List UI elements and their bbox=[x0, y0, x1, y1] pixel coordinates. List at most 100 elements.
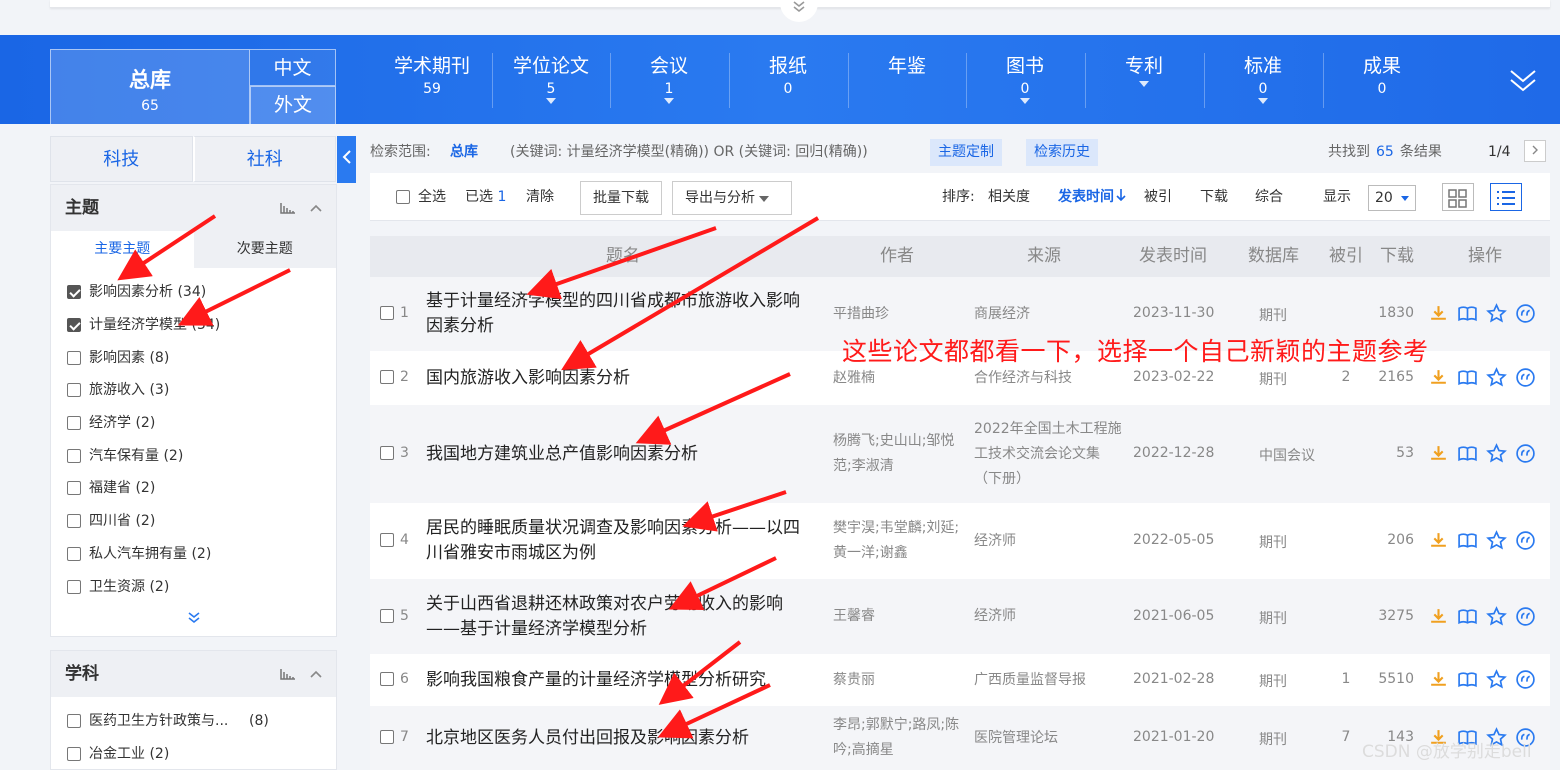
nav-item[interactable]: 会议 1 bbox=[610, 53, 728, 113]
nav-item[interactable]: 成果 0 bbox=[1323, 53, 1441, 113]
read-online-icon[interactable] bbox=[1457, 669, 1478, 690]
read-online-icon[interactable] bbox=[1457, 443, 1478, 464]
favorite-star-icon[interactable] bbox=[1486, 530, 1507, 551]
theme-facet-item[interactable]: 影响因素分析 (34) bbox=[51, 276, 336, 309]
paper-author[interactable]: 平措曲珍 bbox=[833, 302, 965, 327]
col-download[interactable]: 下载 bbox=[1380, 236, 1414, 277]
paper-source[interactable]: 医院管理论坛 bbox=[974, 726, 1124, 751]
paper-title-link[interactable]: 我国地方建筑业总产值影响因素分析 bbox=[426, 442, 816, 467]
favorite-star-icon[interactable] bbox=[1486, 443, 1507, 464]
theme-facet-item[interactable]: 旅游收入 (3) bbox=[51, 374, 336, 407]
scope-library[interactable]: 总库 bbox=[450, 136, 478, 168]
row-select[interactable]: 6 bbox=[380, 671, 409, 687]
expand-search-button[interactable] bbox=[780, 0, 818, 22]
select-all-checkbox[interactable]: 全选 bbox=[396, 173, 446, 221]
quote-icon[interactable] bbox=[1515, 669, 1536, 690]
col-date[interactable]: 发表时间 bbox=[1139, 236, 1207, 277]
chevron-up-icon[interactable] bbox=[310, 204, 322, 212]
col-citation[interactable]: 被引 bbox=[1329, 236, 1363, 277]
paper-source[interactable]: 合作经济与科技 bbox=[974, 366, 1124, 391]
theme-facet-item[interactable]: 计量经济学模型 (34) bbox=[51, 309, 336, 342]
theme-facet-item[interactable]: 私人汽车拥有量 (2) bbox=[51, 538, 336, 571]
read-online-icon[interactable] bbox=[1457, 606, 1478, 627]
batch-download-button[interactable]: 批量下载 bbox=[580, 181, 662, 215]
row-select[interactable]: 5 bbox=[380, 608, 409, 624]
facet-checkbox[interactable] bbox=[67, 514, 81, 529]
paper-source[interactable]: 2022年全国土木工程施工技术交流会论文集（下册） bbox=[974, 417, 1124, 492]
read-online-icon[interactable] bbox=[1457, 303, 1478, 324]
sort-download[interactable]: 下载 bbox=[1200, 173, 1228, 221]
collapse-sidebar-button[interactable] bbox=[337, 136, 356, 183]
quote-icon[interactable] bbox=[1515, 303, 1536, 324]
nav-zongku[interactable]: 总库 65 bbox=[50, 49, 250, 124]
nav-item[interactable]: 年鉴 bbox=[848, 53, 966, 113]
grid-view-button[interactable] bbox=[1442, 183, 1474, 211]
paper-source[interactable]: 经济师 bbox=[974, 529, 1124, 554]
favorite-star-icon[interactable] bbox=[1486, 303, 1507, 324]
paper-source[interactable]: 商展经济 bbox=[974, 302, 1124, 327]
read-online-icon[interactable] bbox=[1457, 530, 1478, 551]
row-select[interactable]: 1 bbox=[380, 305, 409, 321]
paper-author[interactable]: 蔡贵丽 bbox=[833, 668, 965, 693]
download-icon[interactable] bbox=[1428, 367, 1449, 388]
custom-theme-button[interactable]: 主题定制 bbox=[930, 139, 1002, 166]
tab-social-science[interactable]: 社科 bbox=[192, 136, 336, 182]
facet-checkbox[interactable] bbox=[67, 416, 81, 431]
sort-citation[interactable]: 被引 bbox=[1144, 173, 1172, 221]
theme-facet-item[interactable]: 卫生资源 (2) bbox=[51, 570, 336, 603]
nav-item[interactable]: 报纸 0 bbox=[729, 53, 847, 113]
subject-facet-item[interactable]: 冶金工业 (2) bbox=[51, 738, 336, 770]
sort-date[interactable]: 发表时间 bbox=[1058, 173, 1126, 221]
chevron-up-icon[interactable] bbox=[310, 670, 322, 678]
paper-author[interactable]: 杨腾飞;史山山;邹悦范;李淑清 bbox=[833, 429, 965, 479]
paper-author[interactable]: 樊宇淏;韦堂麟;刘延;黄一洋;谢鑫 bbox=[833, 516, 965, 566]
paper-source[interactable]: 经济师 bbox=[974, 604, 1124, 629]
paper-author[interactable]: 王馨睿 bbox=[833, 604, 965, 629]
theme-facet-item[interactable]: 影响因素 (8) bbox=[51, 341, 336, 374]
paper-title-link[interactable]: 影响我国粮食产量的计量经济学模型分析研究 bbox=[426, 668, 816, 693]
theme-facet-item[interactable]: 福建省 (2) bbox=[51, 472, 336, 505]
page-size-select[interactable]: 20 bbox=[1368, 185, 1416, 211]
paper-author[interactable]: 李昂;郭默宁;路凤;陈吟;高摘星 bbox=[833, 713, 965, 763]
row-select[interactable]: 3 bbox=[380, 445, 409, 461]
nav-item[interactable]: 学位论文 5 bbox=[492, 53, 610, 113]
favorite-star-icon[interactable] bbox=[1486, 367, 1507, 388]
show-more-button[interactable] bbox=[51, 603, 336, 633]
list-view-button[interactable] bbox=[1490, 183, 1522, 211]
paper-source[interactable]: 广西质量监督导报 bbox=[974, 668, 1124, 693]
download-icon[interactable] bbox=[1428, 606, 1449, 627]
theme-facet-item[interactable]: 汽车保有量 (2) bbox=[51, 439, 336, 472]
download-icon[interactable] bbox=[1428, 530, 1449, 551]
download-icon[interactable] bbox=[1428, 443, 1449, 464]
sort-relevance[interactable]: 相关度 bbox=[988, 173, 1030, 221]
nav-item[interactable]: 标准 0 bbox=[1204, 53, 1322, 113]
paper-title-link[interactable]: 居民的睡眠质量状况调查及影响因素分析——以四川省雅安市雨城区为例 bbox=[426, 516, 816, 566]
theme-facet-item[interactable]: 四川省 (2) bbox=[51, 505, 336, 538]
tab-main-theme[interactable]: 主要主题 bbox=[51, 231, 194, 268]
facet-checkbox[interactable] bbox=[67, 285, 81, 300]
download-icon[interactable] bbox=[1428, 303, 1449, 324]
facet-checkbox[interactable] bbox=[67, 546, 81, 561]
row-select[interactable]: 7 bbox=[380, 729, 409, 745]
tab-secondary-theme[interactable]: 次要主题 bbox=[193, 231, 336, 268]
paper-title-link[interactable]: 关于山西省退耕还林政策对农户劳动收入的影响——基于计量经济学模型分析 bbox=[426, 592, 816, 642]
next-page-button[interactable] bbox=[1524, 140, 1546, 162]
nav-item[interactable]: 学术期刊 59 bbox=[373, 53, 491, 113]
lang-foreign-tab[interactable]: 外文 bbox=[250, 86, 336, 124]
nav-item[interactable]: 专利 bbox=[1085, 53, 1203, 113]
theme-facet-item[interactable]: 经济学 (2) bbox=[51, 407, 336, 440]
facet-checkbox[interactable] bbox=[67, 714, 81, 729]
tab-science[interactable]: 科技 bbox=[50, 136, 193, 182]
facet-checkbox[interactable] bbox=[67, 579, 81, 594]
facet-checkbox[interactable] bbox=[67, 383, 81, 398]
paper-citation-count[interactable]: 2 bbox=[1340, 369, 1352, 385]
nav-item[interactable]: 图书 0 bbox=[966, 53, 1084, 113]
bar-chart-icon[interactable] bbox=[280, 668, 296, 680]
theme-panel-header[interactable]: 主题 bbox=[51, 185, 336, 231]
download-icon[interactable] bbox=[1428, 669, 1449, 690]
lang-chinese-tab[interactable]: 中文 bbox=[250, 49, 336, 86]
facet-checkbox[interactable] bbox=[67, 481, 81, 496]
paper-title-link[interactable]: 北京地区医务人员付出回报及影响因素分析 bbox=[426, 726, 816, 751]
sort-overall[interactable]: 综合 bbox=[1255, 173, 1283, 221]
clear-button[interactable]: 清除 bbox=[526, 173, 554, 221]
